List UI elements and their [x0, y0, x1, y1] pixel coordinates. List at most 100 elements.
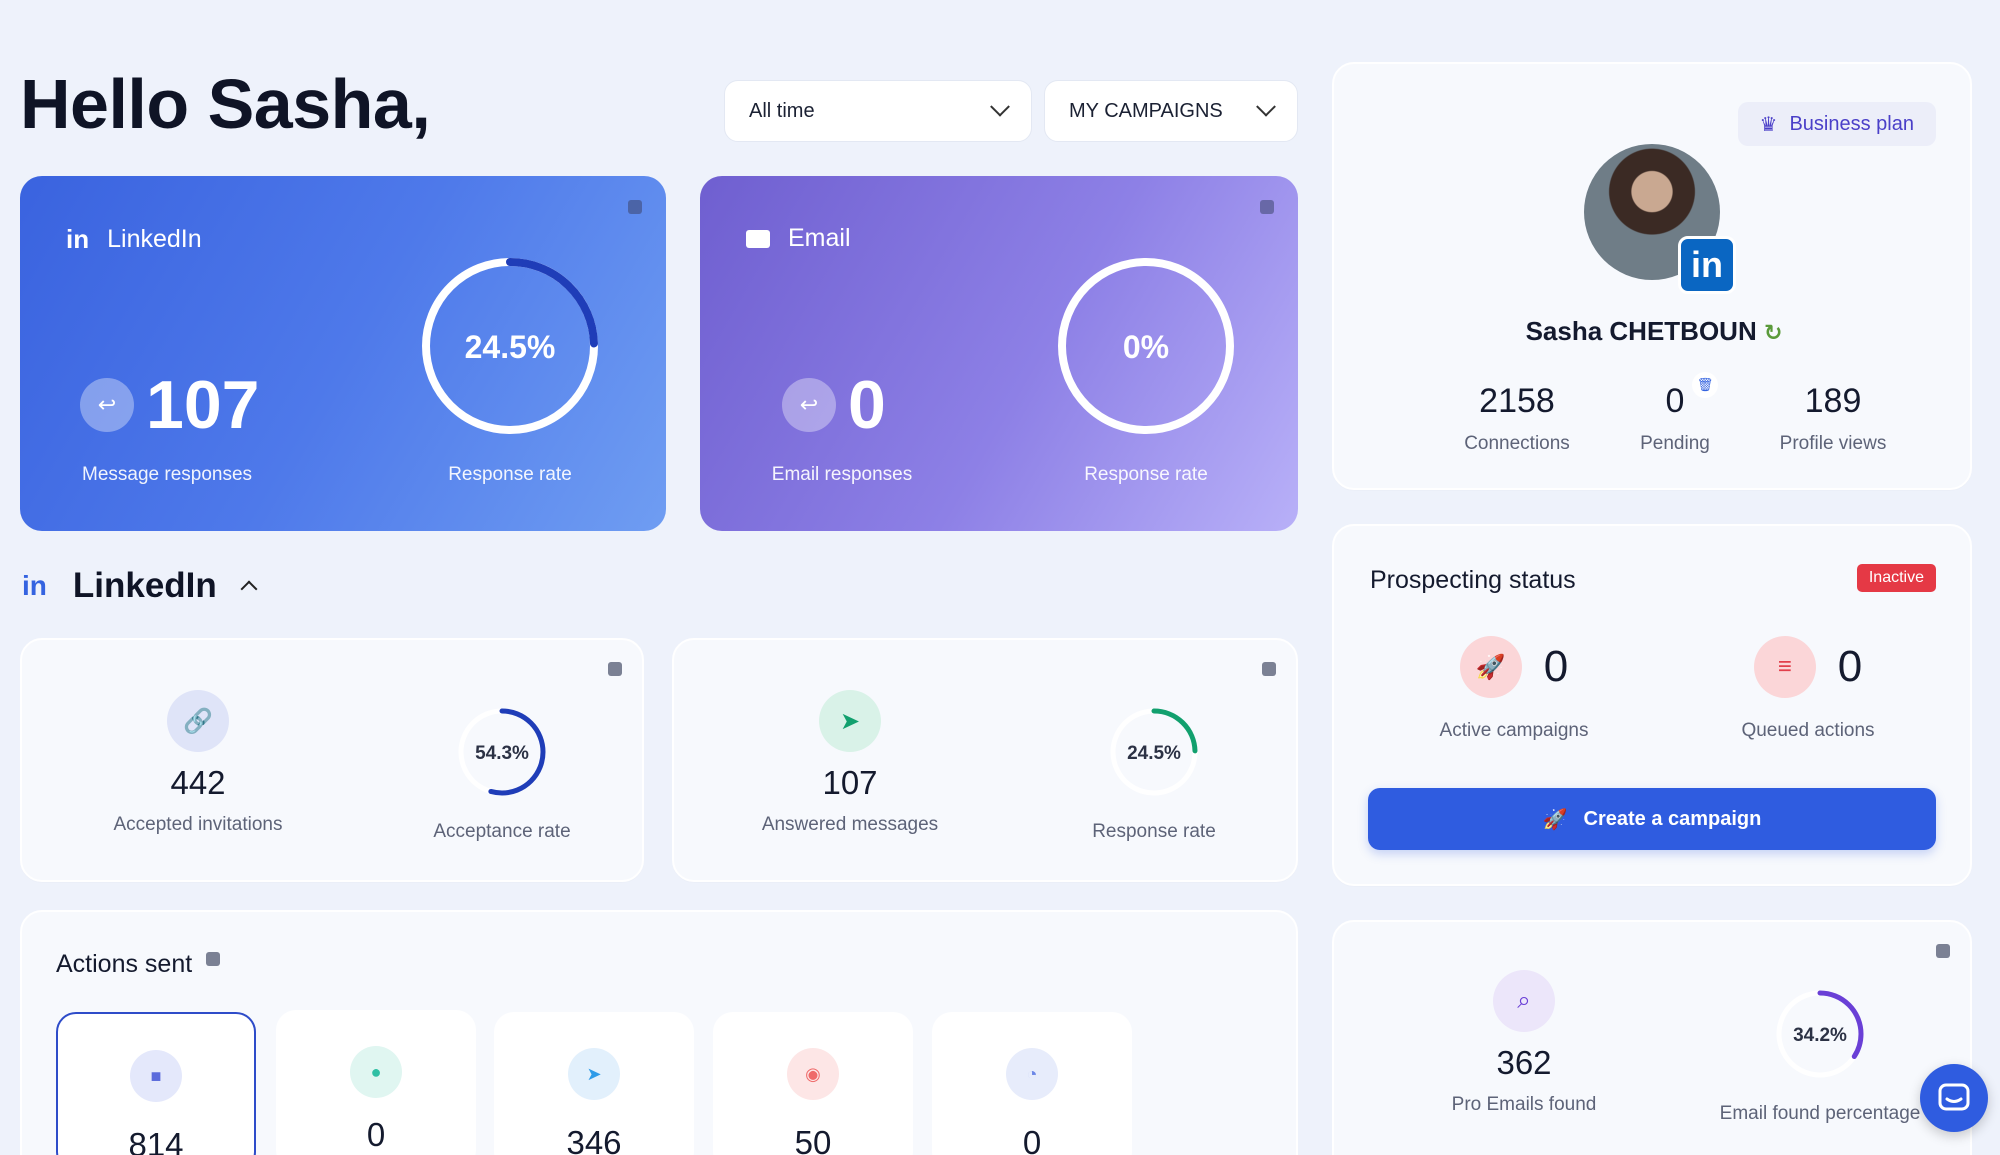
email-card-title-text: Email — [788, 224, 851, 252]
queued-actions-label: Queued actions — [1741, 720, 1875, 741]
action-tile-follows[interactable]: ◔ 0 — [932, 1012, 1132, 1155]
profile-name: Sasha CHETBOUN ↻ — [1334, 316, 1974, 347]
action-tile-value: 0 — [366, 1116, 386, 1153]
queued-actions-value: 0 — [1837, 642, 1863, 691]
linkedin-section-title: LinkedIn — [72, 566, 217, 605]
profile-card: ♛ Business plan in Sasha CHETBOUN ↻ 2158… — [1332, 62, 1972, 490]
chevron-down-icon — [990, 96, 1010, 117]
pro-emails-found-label: Pro Emails found — [1451, 1094, 1597, 1115]
send-icon: ➤ — [568, 1048, 620, 1100]
chevron-up-icon[interactable] — [240, 580, 258, 598]
pro-emails-found-stat: ⌕ 362 Pro Emails found — [1394, 970, 1654, 1116]
profile-views-stat: 189 Profile views — [1738, 382, 1928, 455]
linkedin-badge-icon: in — [1678, 236, 1736, 294]
email-response-rate-value: 0% — [1123, 329, 1169, 365]
info-icon[interactable] — [206, 952, 221, 966]
action-tile-messages[interactable]: ➤ 346 — [494, 1012, 694, 1155]
email-found-percentage-ring: 34.2% — [1776, 990, 1864, 1078]
linkedin-section-header[interactable]: in LinkedIn — [22, 566, 258, 606]
email-responses-label: Email responses — [771, 464, 913, 485]
actions-sent-title-text: Actions sent — [56, 950, 193, 978]
chat-icon — [1938, 1083, 1970, 1111]
action-tile-invitations[interactable]: ■ 814 — [56, 1012, 256, 1155]
accepted-invitations-stat: 🔗 442 Accepted invitations — [68, 690, 328, 836]
campaign-filter-select[interactable]: MY CAMPAIGNS — [1044, 80, 1298, 142]
rss-icon: ◔ — [1006, 1048, 1058, 1100]
info-icon[interactable] — [608, 662, 622, 676]
time-filter-value: All time — [749, 99, 815, 122]
email-responses-value: 0 — [848, 367, 886, 443]
business-plan-label: Business plan — [1789, 112, 1914, 135]
active-campaigns-stat: 🚀 0 Active campaigns — [1394, 636, 1634, 742]
email-response-rate-ring: 0% — [1058, 258, 1234, 434]
answered-messages-stat: ➤ 107 Answered messages — [720, 690, 980, 836]
crown-icon: ♛ — [1759, 113, 1778, 136]
info-icon[interactable] — [1260, 200, 1274, 214]
action-tile-views[interactable]: ◉ 50 — [713, 1012, 913, 1155]
queue-list-icon: ≡ — [1753, 636, 1816, 698]
action-tile-value: 50 — [794, 1124, 832, 1155]
email-response-rate-label: Response rate — [1084, 464, 1208, 485]
acceptance-rate-ring: 54.3% — [458, 708, 546, 796]
create-campaign-button[interactable]: 🚀 Create a campaign — [1368, 788, 1936, 850]
action-tile-value: 346 — [566, 1124, 622, 1155]
email-card-title: Email — [746, 224, 851, 253]
search-user-icon: ⌕ — [1493, 970, 1555, 1032]
linkedin-summary-card: in LinkedIn ↩ 107 Message responses 24.5… — [20, 176, 666, 531]
acceptance-rate-value: 54.3% — [475, 743, 529, 764]
messages-card: ➤ 107 Answered messages 24.5% Response r… — [672, 638, 1298, 882]
queued-actions-stat: ≡ 0 Queued actions — [1688, 636, 1928, 742]
greeting-title: Hello Sasha, — [20, 65, 431, 143]
send-icon: ➤ — [819, 690, 881, 752]
info-icon[interactable] — [1262, 662, 1276, 676]
linkedin-card-title: in LinkedIn — [66, 224, 202, 255]
link-icon: 🔗 — [167, 690, 229, 752]
profile-name-text: Sasha CHETBOUN — [1525, 316, 1757, 346]
linkedin-icon: in — [66, 224, 90, 254]
active-campaigns-value: 0 — [1543, 642, 1569, 691]
accepted-invitations-label: Accepted invitations — [113, 814, 283, 835]
reply-icon: ↩ — [80, 378, 134, 432]
email-found-percentage-value: 34.2% — [1793, 1025, 1847, 1046]
answered-messages-value: 107 — [822, 764, 878, 801]
reply-icon: ↩ — [782, 378, 836, 432]
chat-support-button[interactable] — [1920, 1064, 1988, 1132]
email-summary-card: Email ↩ 0 Email responses 0% Response ra… — [700, 176, 1298, 531]
status-badge: Inactive — [1856, 564, 1936, 592]
response-rate-value: 24.5% — [1127, 743, 1181, 764]
acceptance-rate-label: Acceptance rate — [433, 821, 571, 842]
response-rate-stat: 24.5% Response rate — [1014, 706, 1294, 843]
refresh-icon[interactable]: ↻ — [1764, 320, 1782, 345]
message-responses-value: 107 — [146, 367, 260, 443]
rocket-icon: 🚀 — [1542, 808, 1568, 831]
linkedin-response-rate-value: 24.5% — [465, 329, 556, 365]
response-rate-label: Response rate — [1092, 821, 1216, 842]
action-tile-visits[interactable]: ● 0 — [276, 1010, 476, 1155]
linkedin-response-rate-ring: 24.5% — [422, 258, 598, 434]
action-tile-value: 0 — [1022, 1124, 1042, 1155]
response-rate-ring: 24.5% — [1110, 708, 1198, 796]
active-campaigns-label: Active campaigns — [1439, 720, 1589, 741]
acceptance-rate-stat: 54.3% Acceptance rate — [362, 706, 642, 843]
linkedin-card-title-text: LinkedIn — [107, 225, 202, 253]
campaign-filter-value: MY CAMPAIGNS — [1069, 99, 1223, 122]
accepted-invitations-value: 442 — [170, 764, 226, 801]
linkedin-icon: in — [22, 570, 47, 601]
chevron-down-icon — [1256, 96, 1276, 117]
eye-icon: ◉ — [787, 1048, 839, 1100]
profile-visit-icon: ● — [350, 1046, 402, 1098]
time-filter-select[interactable]: All time — [724, 80, 1032, 142]
prospecting-status-card: Prospecting status Inactive 🚀 0 Active c… — [1332, 524, 1972, 886]
business-plan-badge[interactable]: ♛ Business plan — [1737, 102, 1936, 146]
create-campaign-label: Create a campaign — [1583, 807, 1762, 830]
message-responses-label: Message responses — [82, 464, 253, 485]
pro-emails-found-value: 362 — [1496, 1044, 1552, 1081]
profile-views-value: 189 — [1804, 382, 1862, 420]
trash-icon[interactable]: 🗑 — [1692, 372, 1718, 398]
emails-found-card: ⌕ 362 Pro Emails found 34.2% Email found… — [1332, 920, 1972, 1155]
profile-views-label: Profile views — [1779, 433, 1887, 454]
info-icon[interactable] — [1936, 944, 1950, 958]
prospecting-status-title: Prospecting status — [1370, 566, 1576, 594]
info-icon[interactable] — [628, 200, 642, 214]
answered-messages-label: Answered messages — [761, 814, 939, 835]
